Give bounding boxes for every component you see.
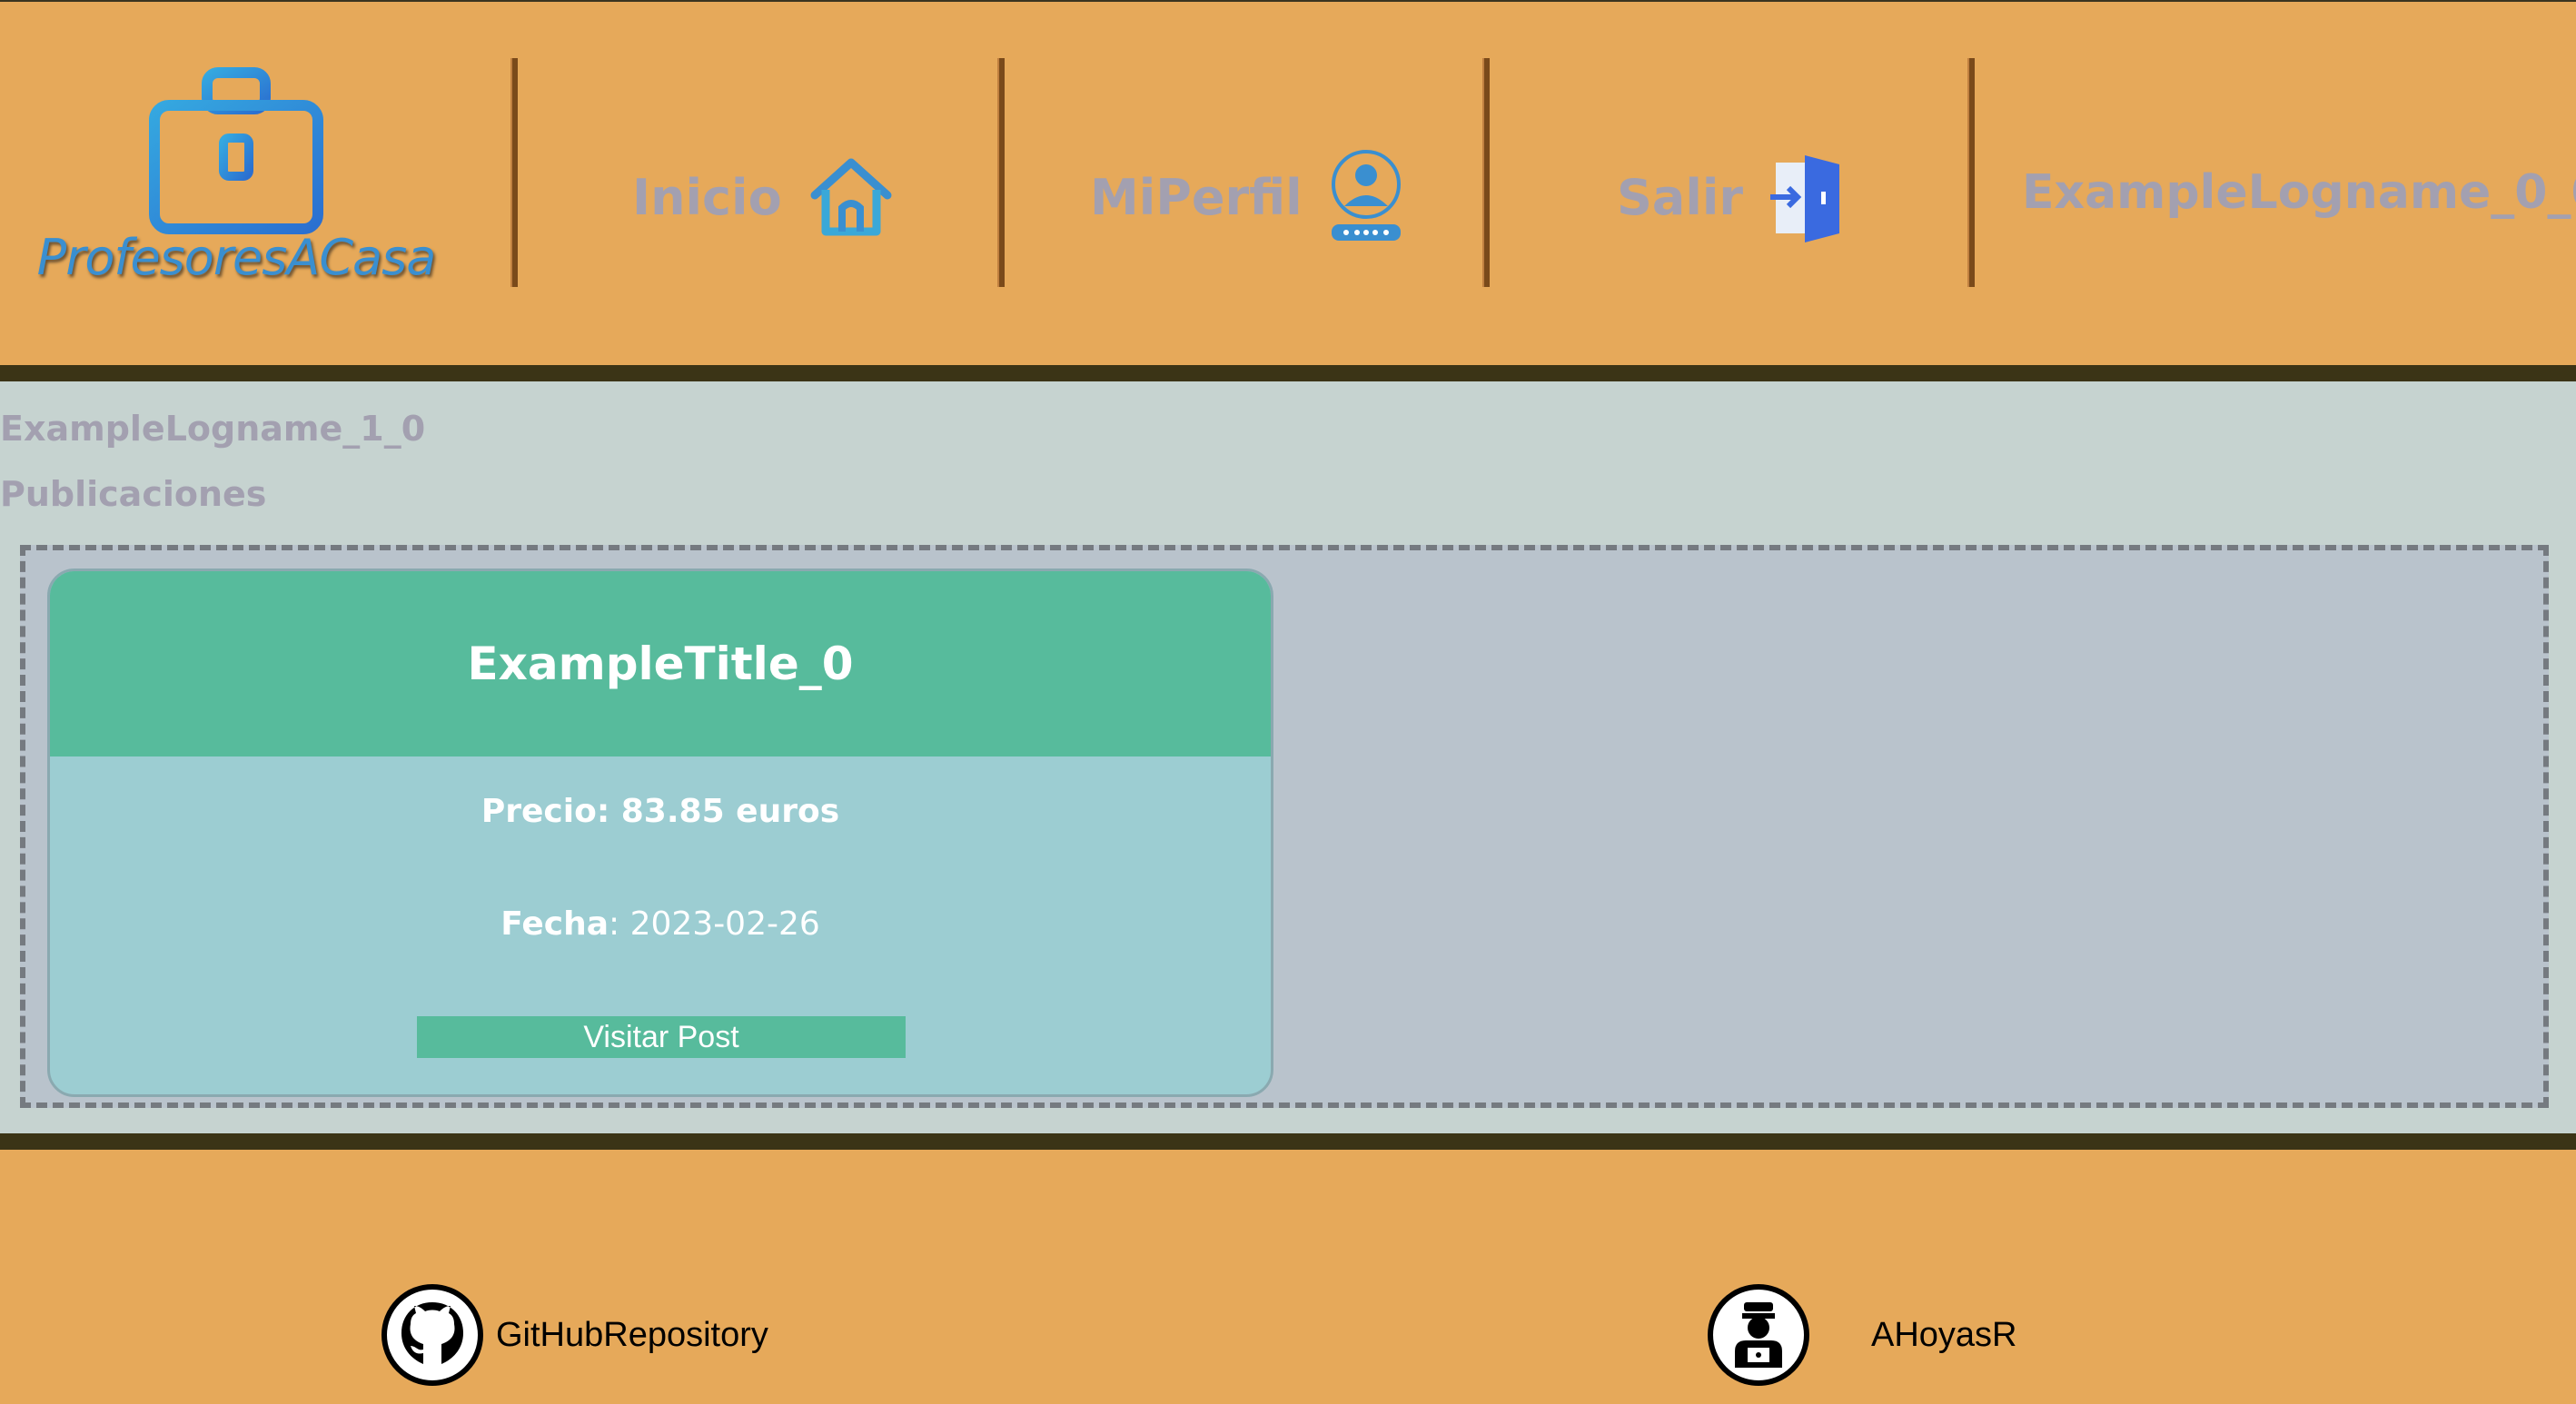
home-icon bbox=[810, 158, 892, 236]
nav-miperfil-label: MiPerfil bbox=[1090, 168, 1303, 226]
profile-name: ExampleLogname_1_0 bbox=[0, 409, 426, 449]
post-date: Fecha: 2023-02-26 bbox=[50, 905, 1271, 943]
header: ProfesoresACasa Inicio MiPerfil Salir Ex… bbox=[0, 2, 2576, 365]
footer: GitHubRepository AHoyasR bbox=[0, 1150, 2576, 1404]
nav-inicio[interactable]: Inicio bbox=[632, 147, 895, 247]
nav-divider bbox=[1482, 58, 1490, 287]
github-label: GitHubRepository bbox=[496, 1315, 768, 1354]
author-link[interactable]: AHoyasR bbox=[1708, 1284, 2017, 1386]
nav-divider bbox=[1967, 58, 1975, 287]
footer-band bbox=[0, 1133, 2576, 1152]
post-title: ExampleTitle_0 bbox=[50, 571, 1271, 756]
logout-door-icon bbox=[1769, 155, 1839, 242]
developer-avatar-icon bbox=[1708, 1284, 1809, 1386]
section-title: Publicaciones bbox=[0, 474, 267, 514]
logo[interactable]: ProfesoresACasa bbox=[36, 65, 436, 302]
nav-salir-label: Salir bbox=[1617, 168, 1743, 226]
posts-container: ExampleTitle_0 Precio: 83.85 euros Fecha… bbox=[20, 545, 2549, 1108]
main-content: ExampleLogname_1_0 Publicaciones Example… bbox=[0, 381, 2576, 1133]
current-user[interactable]: ExampleLogname_0_0 bbox=[2022, 165, 2576, 220]
post-card: ExampleTitle_0 Precio: 83.85 euros Fecha… bbox=[47, 569, 1273, 1097]
header-band bbox=[0, 365, 2576, 383]
logo-text: ProfesoresACasa bbox=[36, 229, 437, 286]
briefcase-icon bbox=[149, 67, 323, 234]
author-label: AHoyasR bbox=[1871, 1315, 2017, 1354]
github-icon bbox=[381, 1284, 483, 1386]
nav-divider bbox=[510, 58, 518, 287]
user-profile-icon bbox=[1331, 150, 1401, 241]
visit-post-button[interactable]: Visitar Post bbox=[417, 1016, 906, 1058]
post-price: Precio: 83.85 euros bbox=[481, 793, 840, 830]
github-link[interactable]: GitHubRepository bbox=[381, 1284, 768, 1386]
nav-inicio-label: Inicio bbox=[632, 168, 782, 226]
post-body: Precio: 83.85 euros Fecha: 2023-02-26 Vi… bbox=[50, 756, 1271, 1094]
nav-salir[interactable]: Salir bbox=[1617, 147, 1845, 247]
nav-divider bbox=[997, 58, 1005, 287]
nav-miperfil[interactable]: MiPerfil bbox=[1090, 147, 1404, 247]
post-date-value: : 2023-02-26 bbox=[609, 905, 820, 943]
post-date-label: Fecha bbox=[500, 905, 609, 943]
